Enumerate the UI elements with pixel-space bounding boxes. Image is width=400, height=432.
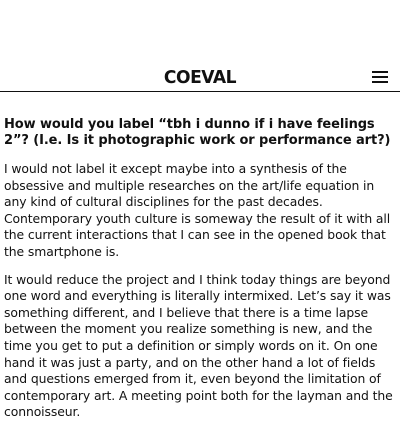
site-header: COEVAL	[0, 0, 400, 92]
header-divider	[0, 91, 400, 92]
menu-bar	[372, 71, 388, 73]
menu-bar	[372, 81, 388, 83]
interview-question: How would you label “tbh i dunno if i ha…	[4, 117, 391, 148]
answer-paragraph-1: I would not label it except maybe into a…	[4, 161, 391, 259]
menu-bar	[372, 76, 388, 78]
interview-article: How would you label “tbh i dunno if i ha…	[4, 117, 398, 432]
hamburger-menu-icon[interactable]	[372, 70, 388, 84]
site-logo[interactable]: COEVAL	[10, 68, 390, 88]
answer-paragraph-2: It would reduce the project and I think …	[4, 271, 393, 420]
